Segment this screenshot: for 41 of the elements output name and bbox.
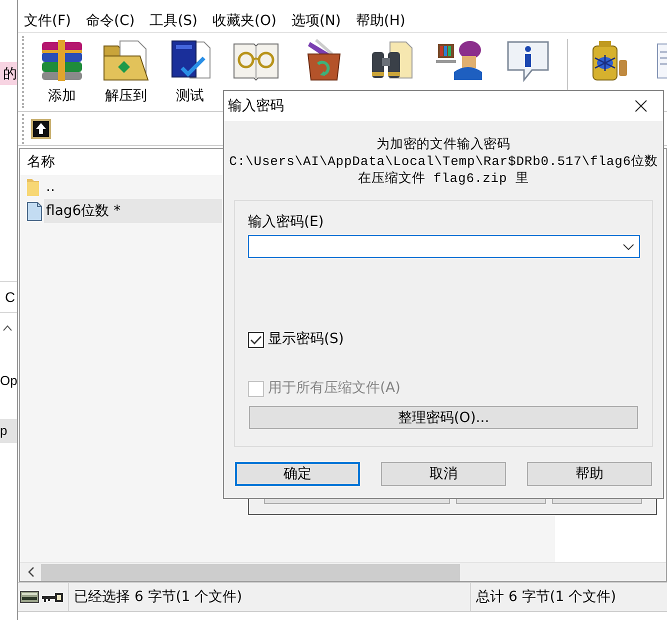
checkbox-label[interactable]: 显示密码(S) [268, 331, 344, 348]
message-line: 在压缩文件 flag6.zip 里 [358, 170, 529, 187]
column-header[interactable]: 名称 [20, 153, 55, 171]
dialog-button[interactable]: 确定 [235, 462, 360, 486]
menu-item[interactable]: 文件(F) [18, 11, 77, 31]
file-icon [27, 202, 42, 220]
message-line: 为加密的文件输入密码 [376, 136, 510, 153]
chevron-left-icon[interactable] [28, 567, 34, 577]
dialog-title: 输入密码 [228, 97, 284, 115]
file-name[interactable]: flag6位数 * [44, 199, 222, 223]
check-icon [250, 334, 262, 344]
message-line: C:\Users\AI\AppData\Local\Temp\Rar$DRb0.517\flag6位数 [229, 153, 658, 170]
checkbox[interactable] [248, 332, 264, 348]
list-item[interactable]: Op [0, 369, 17, 393]
folder-icon [27, 178, 39, 196]
dialog-button[interactable]: 帮助 [527, 462, 652, 486]
status-text: 总计 6 字节(1 个文件) [470, 583, 616, 611]
organize-passwords-button[interactable]: 整理密码(O)... [249, 406, 638, 429]
drive-icon [20, 591, 39, 603]
password-field[interactable] [248, 235, 640, 258]
status-text: 已经选择 6 字节(1 个文件) [68, 583, 470, 611]
dialog-button[interactable]: 取消 [381, 462, 506, 486]
menu-item[interactable]: 选项(N) [285, 11, 347, 31]
tag-label: 的 [0, 62, 17, 85]
panel-header[interactable]: C [0, 281, 17, 313]
chevron-up-icon[interactable] [3, 325, 12, 331]
menu-item[interactable]: 工具(S) [144, 11, 204, 31]
toolbar-button[interactable]: 解压到 [94, 33, 158, 106]
close-icon [635, 100, 647, 112]
key-icon [42, 592, 63, 602]
menu-item[interactable]: 命令(C) [80, 11, 141, 31]
chevron-down-icon[interactable] [623, 244, 634, 250]
toolbar-button[interactable]: 添加 [30, 33, 94, 106]
up-arrow-icon[interactable] [31, 118, 51, 138]
scrollbar-thumb[interactable] [41, 564, 460, 580]
field-label: 输入密码(E) [248, 214, 324, 231]
file-name[interactable]: .. [44, 175, 222, 199]
list-item[interactable]: p [0, 419, 17, 443]
menu-item[interactable]: 帮助(H) [350, 11, 412, 31]
menu-item[interactable]: 收藏夹(O) [206, 11, 282, 31]
toolbar-button[interactable]: 测试 [158, 33, 222, 106]
